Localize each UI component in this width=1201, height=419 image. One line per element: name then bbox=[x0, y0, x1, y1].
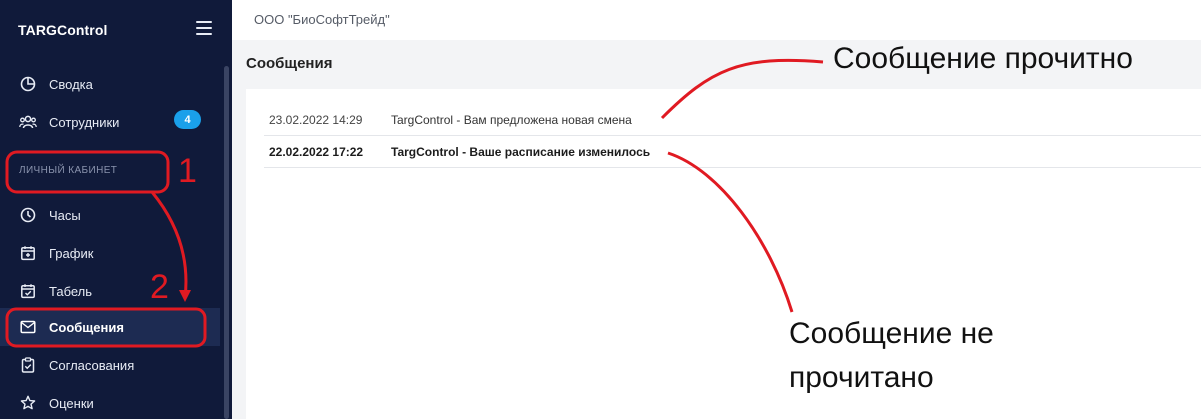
top-bar: ООО "БиоСофтТрейд" bbox=[232, 0, 1201, 40]
star-icon bbox=[19, 394, 37, 412]
sidebar-item-label: Табель bbox=[49, 283, 93, 299]
company-name[interactable]: ООО "БиоСофтТрейд" bbox=[254, 12, 390, 27]
page-title: Сообщения bbox=[246, 55, 333, 72]
clipboard-check-icon bbox=[19, 356, 37, 374]
sidebar-item-messages[interactable]: Сообщения bbox=[0, 308, 220, 346]
sidebar-item-schedule[interactable]: График bbox=[0, 234, 220, 272]
message-date: 23.02.2022 14:29 bbox=[269, 112, 363, 127]
annotation-unread-line1: Сообщение не bbox=[789, 317, 994, 350]
sidebar-item-summary[interactable]: Сводка bbox=[0, 65, 220, 103]
section-label-personal-cabinet: ЛИЧНЫЙ КАБИНЕТ bbox=[19, 165, 118, 176]
message-date: 22.02.2022 17:22 bbox=[269, 144, 364, 159]
message-row-read[interactable]: 23.02.2022 14:29 TargControl - Вам предл… bbox=[264, 104, 1201, 136]
sidebar-item-label: График bbox=[49, 245, 94, 261]
sidebar-item-label: Сообщения bbox=[49, 319, 124, 335]
brand-logo[interactable]: TARGControl bbox=[18, 22, 108, 38]
sidebar-item-timesheet[interactable]: Табель bbox=[0, 272, 220, 310]
message-text: TargControl - Ваше расписание изменилось bbox=[391, 144, 651, 159]
message-row-unread[interactable]: 22.02.2022 17:22 TargControl - Ваше расп… bbox=[264, 136, 1201, 168]
annotation-step-1: 1 bbox=[178, 152, 197, 190]
message-text: TargControl - Вам предложена новая смена bbox=[391, 112, 632, 127]
sidebar-item-label: Оценки bbox=[49, 395, 94, 411]
annotation-unread-line2: прочитано bbox=[789, 361, 934, 394]
sidebar: TARGControl Сводка Сотрудники 4 ЛИЧНЫЙ К… bbox=[0, 0, 232, 419]
clock-icon bbox=[19, 206, 37, 224]
sidebar-item-label: Сводка bbox=[49, 76, 93, 92]
sidebar-item-label: Сотрудники bbox=[49, 114, 120, 130]
hamburger-menu-icon[interactable] bbox=[196, 21, 212, 35]
employees-count-badge: 4 bbox=[174, 110, 201, 129]
sidebar-item-label: Часы bbox=[49, 207, 81, 223]
sidebar-item-ratings[interactable]: Оценки bbox=[0, 384, 220, 419]
users-icon bbox=[19, 113, 37, 131]
sidebar-item-approvals[interactable]: Согласования bbox=[0, 346, 220, 384]
calendar-check-icon bbox=[19, 282, 37, 300]
calendar-plus-icon bbox=[19, 244, 37, 262]
sidebar-item-hours[interactable]: Часы bbox=[0, 196, 220, 234]
messages-card: 23.02.2022 14:29 TargControl - Вам предл… bbox=[246, 89, 1201, 419]
sidebar-scrollbar[interactable] bbox=[224, 66, 229, 419]
sidebar-item-label: Согласования bbox=[49, 357, 135, 373]
annotation-unread-label: Сообщение не прочитано bbox=[789, 312, 994, 400]
annotation-step-2: 2 bbox=[150, 268, 169, 306]
mail-icon bbox=[19, 318, 37, 336]
annotation-read-label: Сообщение прочитно bbox=[833, 42, 1133, 75]
pie-chart-icon bbox=[19, 75, 37, 93]
